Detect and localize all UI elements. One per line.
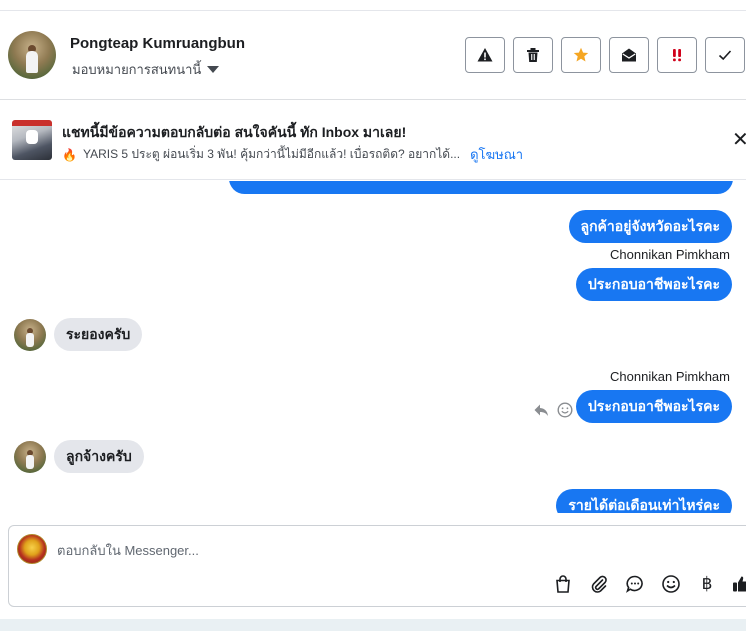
conversation-header: Pongteap Kumruangbun มอบหมายการสนทนานี้	[0, 11, 746, 100]
contact-avatar[interactable]	[8, 31, 56, 79]
mark-spam-button[interactable]	[465, 37, 505, 73]
bottom-strip	[0, 619, 746, 631]
reaction-emoji-icon[interactable]	[557, 402, 573, 418]
checkmark-icon	[718, 50, 732, 61]
view-ad-link[interactable]: ดูโฆษณา	[470, 144, 523, 165]
mark-unread-button[interactable]	[609, 37, 649, 73]
contact-avatar-small[interactable]	[14, 319, 46, 351]
message-bubble-outgoing[interactable]: ประกอบอาชีพอะไรคะ	[575, 268, 732, 301]
message-bubble-incoming[interactable]: ระยองครับ	[54, 318, 143, 351]
message-bubble-outgoing[interactable]: ลูกค้าอยู่จังหวัดอะไรคะ	[568, 210, 732, 243]
message-sender-name: Chonnikan Pimkham	[610, 369, 730, 384]
delete-button[interactable]	[513, 37, 553, 73]
ad-banner-subtitle: YARIS 5 ประตู ผ่อนเริ่ม 3 พัน! คุ้มกว่าน…	[82, 147, 461, 161]
message-bubble-clipped[interactable]	[229, 181, 733, 194]
ad-banner-title: แชทนี้มีข้อความตอบกลับต่อ สนใจคันนี้ ทัก…	[62, 124, 407, 140]
caret-down-icon	[207, 66, 220, 73]
shopping-bag-icon	[556, 575, 570, 593]
star-icon	[573, 47, 589, 62]
assign-label: มอบหมายการสนทนานี้	[72, 62, 202, 77]
reply-icon[interactable]	[533, 402, 549, 418]
ad-context-banner: แชทนี้มีข้อความตอบกลับต่อ สนใจคันนี้ ทัก…	[0, 100, 746, 180]
reply-input[interactable]	[57, 540, 657, 560]
chat-bubble-dots-icon	[626, 575, 643, 593]
warning-icon	[477, 48, 493, 62]
assign-conversation-dropdown[interactable]: มอบหมายการสนทนานี้	[72, 59, 220, 80]
baht-currency-icon: ฿	[701, 574, 713, 594]
payment-button[interactable]: ฿	[697, 574, 717, 594]
contact-avatar-small[interactable]	[14, 441, 46, 473]
paperclip-icon	[591, 575, 607, 593]
reply-composer: ฿	[8, 525, 746, 607]
trash-icon	[527, 48, 539, 62]
message-bubble-outgoing[interactable]: ประกอบอาชีพอะไรคะ	[575, 390, 732, 423]
message-thread[interactable]: ลูกค้าอยู่จังหวัดอะไรคะ Chonnikan Pimkha…	[0, 181, 746, 513]
close-icon[interactable]: ✕	[732, 130, 746, 150]
attach-button[interactable]	[589, 574, 609, 594]
ad-banner-subtitle-row: 🔥 YARIS 5 ประตู ผ่อนเริ่ม 3 พัน! คุ้มกว่…	[62, 144, 523, 165]
shop-bag-button[interactable]	[553, 574, 573, 594]
top-bar	[0, 0, 746, 11]
contact-name[interactable]: Pongteap Kumruangbun	[70, 35, 245, 52]
fire-icon: 🔥	[62, 147, 77, 162]
like-button[interactable]	[731, 574, 746, 594]
message-bubble-outgoing[interactable]: รายได้ต่อเดือนเท่าไหร่คะ	[556, 489, 732, 513]
thumbs-up-icon	[733, 576, 746, 592]
saved-replies-button[interactable]	[625, 574, 645, 594]
emoji-button[interactable]	[661, 574, 681, 594]
open-envelope-icon	[622, 48, 636, 62]
star-button[interactable]	[561, 37, 601, 73]
ad-thumbnail[interactable]	[12, 120, 52, 160]
priority-button[interactable]	[657, 37, 697, 73]
page-avatar	[17, 534, 47, 564]
smiley-icon	[662, 575, 680, 593]
message-sender-name: Chonnikan Pimkham	[610, 247, 730, 262]
priority-exclamation-icon	[673, 49, 681, 62]
message-bubble-incoming[interactable]: ลูกจ้างครับ	[54, 440, 144, 473]
mark-done-button[interactable]	[705, 37, 745, 73]
